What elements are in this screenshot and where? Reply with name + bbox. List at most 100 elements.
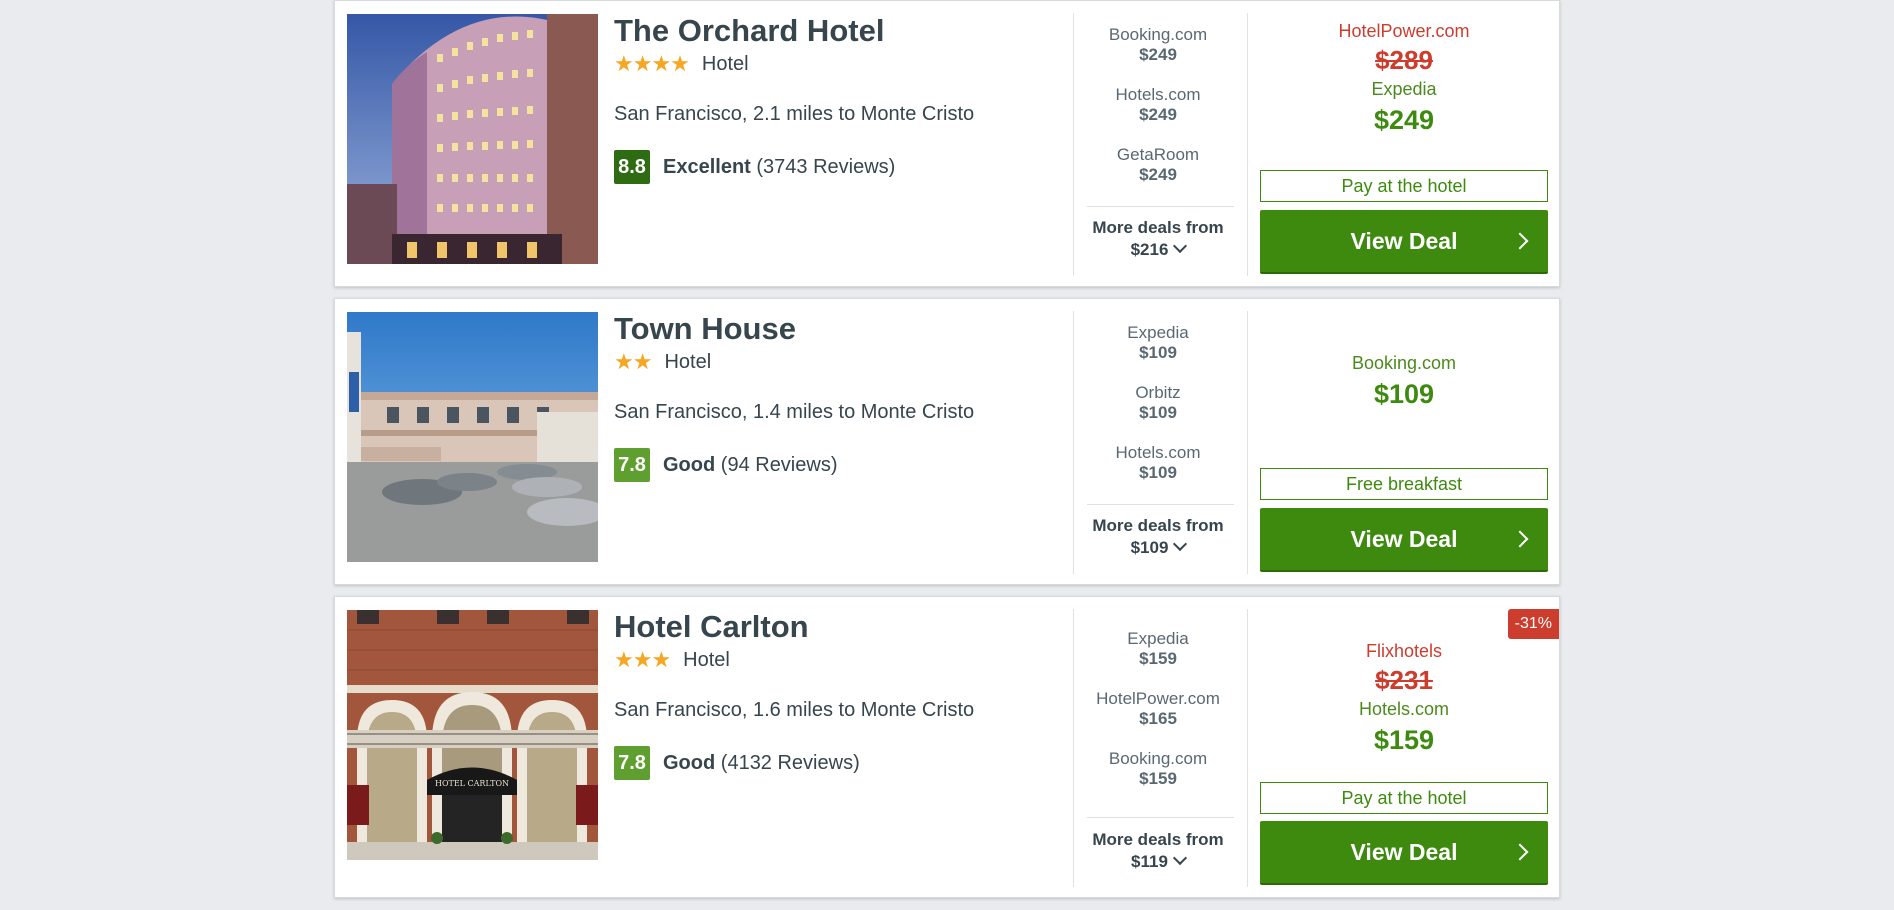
provider-price: $109 <box>1139 463 1177 482</box>
provider-item[interactable]: Hotels.com $109 <box>1084 443 1232 503</box>
hotel-location: San Francisco, 1.6 miles to Monte Cristo <box>614 699 975 721</box>
divider <box>1073 609 1074 887</box>
best-deal[interactable]: Booking.com $109 <box>1260 352 1548 414</box>
deal-price: $159 <box>1373 725 1435 755</box>
divider <box>1087 817 1234 818</box>
hotel-card[interactable]: HOTEL CARLTON Hotel Carlton ★★★ Hotel Sa… <box>334 596 1560 898</box>
strikethrough-price: $231 <box>1375 665 1433 695</box>
hotel-photo[interactable]: HOTEL CARLTON <box>347 610 598 860</box>
review-count: (94 Reviews) <box>720 453 838 476</box>
rating-word: Excellent <box>663 155 751 178</box>
provider-item[interactable]: Orbitz $109 <box>1084 383 1232 443</box>
provider-list: Expedia $109 Orbitz $109 Hotels.com $109 <box>1084 323 1232 503</box>
more-deals-label: More deals from <box>1092 516 1224 535</box>
provider-price: $249 <box>1139 45 1177 64</box>
divider <box>1073 311 1074 574</box>
best-deal[interactable]: HotelPower.com $289 Expedia $249 <box>1260 20 1548 140</box>
strikethrough-source: HotelPower.com <box>1338 21 1470 41</box>
view-deal-label: View Deal <box>1350 525 1458 552</box>
rating-summary[interactable]: 7.8 Good (94 Reviews) <box>614 448 1054 482</box>
deal-source: Hotels.com <box>1358 699 1450 719</box>
hotel-photo[interactable] <box>347 312 598 562</box>
deal-source: Booking.com <box>1351 353 1457 373</box>
hotel-photo[interactable] <box>347 14 598 264</box>
hotel-info: The Orchard Hotel ★★★★ Hotel San Francis… <box>614 13 1054 184</box>
view-deal-button[interactable]: View Deal <box>1260 508 1548 572</box>
more-deals-toggle[interactable]: More deals from $109 <box>1084 515 1232 559</box>
provider-item[interactable]: HotelPower.com $165 <box>1084 689 1232 749</box>
provider-name: Hotels.com <box>1115 443 1201 462</box>
hotel-name[interactable]: Town House <box>614 311 1054 347</box>
hotel-info: Hotel Carlton ★★★ Hotel San Francisco, 1… <box>614 609 1054 780</box>
provider-price: $159 <box>1139 769 1177 788</box>
provider-price: $109 <box>1139 343 1177 362</box>
more-deals-label: More deals from <box>1092 830 1224 849</box>
rating-word: Good <box>663 751 716 774</box>
more-deals-price: $216 <box>1130 240 1169 259</box>
view-deal-button[interactable]: View Deal <box>1260 821 1548 885</box>
provider-price: $109 <box>1139 403 1177 422</box>
provider-name: Orbitz <box>1135 383 1181 402</box>
chevron-down-icon <box>1173 536 1188 552</box>
rating-word: Good <box>663 453 716 476</box>
rating-score-badge: 8.8 <box>614 150 650 184</box>
provider-name: Booking.com <box>1108 25 1208 44</box>
more-deals-label: More deals from <box>1092 218 1224 237</box>
provider-price: $249 <box>1139 165 1177 184</box>
hotel-card[interactable]: Town House ★★ Hotel San Francisco, 1.4 m… <box>334 298 1560 585</box>
provider-name: Expedia <box>1127 629 1189 648</box>
divider <box>1073 13 1074 276</box>
hotel-type: Hotel <box>701 52 749 75</box>
deal-price: $249 <box>1373 105 1435 135</box>
chevron-down-icon <box>1172 850 1188 866</box>
chevron-down-icon <box>1173 238 1188 254</box>
best-deal[interactable]: Flixhotels $231 Hotels.com $159 <box>1260 640 1548 760</box>
more-deals-toggle[interactable]: More deals from $119 <box>1084 829 1232 873</box>
hotel-type: Hotel <box>683 648 730 671</box>
review-count: (3743 Reviews) <box>756 155 896 178</box>
strikethrough-source: Flixhotels <box>1365 641 1443 661</box>
star-rating-icon: ★★★ <box>614 647 671 672</box>
provider-name: Hotels.com <box>1115 85 1201 104</box>
hotel-name[interactable]: Hotel Carlton <box>614 609 1054 645</box>
hotel-name[interactable]: The Orchard Hotel <box>614 13 1054 49</box>
provider-item[interactable]: Booking.com $159 <box>1084 749 1232 809</box>
provider-item[interactable]: Booking.com $249 <box>1084 25 1232 85</box>
chevron-right-icon <box>1511 232 1529 250</box>
more-deals-price: $119 <box>1131 852 1168 871</box>
view-deal-label: View Deal <box>1350 838 1458 865</box>
rating-summary[interactable]: 8.8 Excellent (3743 Reviews) <box>614 150 1054 184</box>
rating-score-badge: 7.8 <box>614 448 650 482</box>
hotel-type: Hotel <box>664 350 712 373</box>
provider-name: GetaRoom <box>1116 145 1200 164</box>
divider <box>1247 609 1248 887</box>
chevron-right-icon <box>1511 530 1529 548</box>
view-deal-button[interactable]: View Deal <box>1260 210 1548 274</box>
deal-tag: Free breakfast <box>1260 468 1548 500</box>
discount-badge: -31% <box>1507 609 1559 639</box>
provider-item[interactable]: GetaRoom $249 <box>1084 145 1232 205</box>
provider-item[interactable]: Expedia $109 <box>1084 323 1232 383</box>
provider-item[interactable]: Hotels.com $249 <box>1084 85 1232 145</box>
provider-name: HotelPower.com <box>1096 689 1220 708</box>
hotel-location: San Francisco, 2.1 miles to Monte Cristo <box>614 103 975 125</box>
hotel-location: San Francisco, 1.4 miles to Monte Cristo <box>614 401 975 423</box>
provider-list: Booking.com $249 Hotels.com $249 GetaRoom $… <box>1084 25 1232 205</box>
provider-name: Expedia <box>1127 323 1189 342</box>
divider <box>1247 311 1248 574</box>
more-deals-price: $109 <box>1130 538 1169 557</box>
hotel-card[interactable]: The Orchard Hotel ★★★★ Hotel San Francis… <box>334 0 1560 287</box>
star-rating-icon: ★★★★ <box>614 51 690 76</box>
chevron-right-icon <box>1511 843 1529 861</box>
provider-name: Booking.com <box>1108 749 1208 768</box>
deal-tag: Pay at the hotel <box>1260 170 1548 202</box>
strikethrough-price: $289 <box>1375 45 1433 75</box>
provider-price: $249 <box>1139 105 1177 124</box>
deal-tag: Pay at the hotel <box>1260 782 1548 814</box>
more-deals-toggle[interactable]: More deals from $216 <box>1084 217 1232 261</box>
provider-item[interactable]: Expedia $159 <box>1084 629 1232 689</box>
divider <box>1087 206 1234 207</box>
rating-summary[interactable]: 7.8 Good (4132 Reviews) <box>614 746 1054 780</box>
review-count: (4132 Reviews) <box>720 751 860 774</box>
deal-price: $109 <box>1373 379 1435 409</box>
